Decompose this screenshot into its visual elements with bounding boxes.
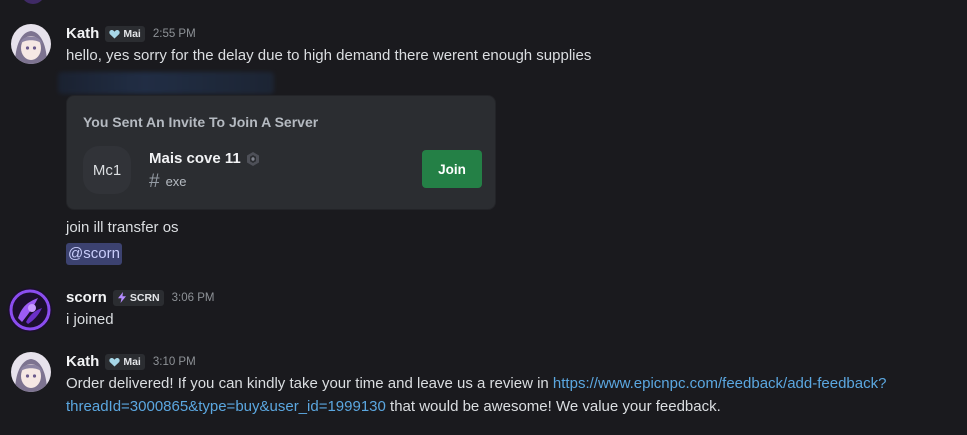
invite-heading: You Sent An Invite To Join A Server bbox=[83, 114, 319, 130]
feedback-link-part-2[interactable]: threadId=3000865&type=buy&user_id=199913… bbox=[66, 398, 386, 415]
message-header: scorn SCRN 3:06 PM bbox=[66, 289, 214, 306]
guild-tag[interactable]: Mai bbox=[105, 25, 145, 42]
message-text: Order delivered! If you can kindly take … bbox=[66, 375, 553, 392]
join-button[interactable]: Join bbox=[422, 150, 482, 188]
guild-tag-label: SCRN bbox=[129, 291, 160, 304]
server-name[interactable]: Mais cove 11 bbox=[149, 150, 241, 167]
timestamp[interactable]: 2:55 PM bbox=[153, 28, 196, 40]
avatar-scorn[interactable] bbox=[8, 288, 52, 332]
hash-icon: # bbox=[149, 171, 160, 192]
message-text-line-1: Order delivered! If you can kindly take … bbox=[66, 373, 886, 395]
heart-shield-icon bbox=[109, 357, 120, 366]
avatar-kath[interactable] bbox=[11, 352, 51, 392]
guild-tag-label: Mai bbox=[123, 355, 141, 368]
timestamp[interactable]: 3:10 PM bbox=[153, 356, 196, 368]
server-invite-card: You Sent An Invite To Join A Server Mc1 … bbox=[66, 95, 496, 210]
message-text: join ill transfer os bbox=[66, 219, 179, 236]
message-text: hello, yes sorry for the delay due to hi… bbox=[66, 47, 592, 64]
heart-shield-icon bbox=[109, 29, 120, 38]
blurred-content bbox=[58, 72, 274, 94]
guild-tag-label: Mai bbox=[123, 27, 141, 40]
server-name-row: Mais cove 11 bbox=[149, 150, 261, 167]
message-text: that would be awesome! We value your fee… bbox=[385, 398, 721, 415]
avatar-kath[interactable] bbox=[11, 24, 51, 64]
username[interactable]: scorn bbox=[66, 289, 107, 306]
user-mention[interactable]: @scorn bbox=[66, 243, 122, 265]
username[interactable]: Kath bbox=[66, 353, 99, 370]
message-text: i joined bbox=[66, 311, 114, 328]
guild-tag[interactable]: Mai bbox=[105, 353, 145, 370]
message-header: Kath Mai 3:10 PM bbox=[66, 353, 196, 370]
bolt-icon bbox=[117, 292, 126, 303]
feedback-link-part-1[interactable]: https://www.epicnpc.com/feedback/add-fee… bbox=[553, 375, 887, 392]
channel-row: # exe bbox=[149, 172, 187, 191]
server-icon[interactable]: Mc1 bbox=[83, 146, 131, 194]
previous-avatar-edge bbox=[21, 0, 45, 4]
guild-tag[interactable]: SCRN bbox=[112, 289, 164, 306]
boost-icon bbox=[246, 151, 259, 166]
message-header: Kath Mai 2:55 PM bbox=[66, 25, 196, 42]
channel-name: exe bbox=[165, 174, 187, 189]
message-text-line-2: threadId=3000865&type=buy&user_id=199913… bbox=[66, 396, 721, 418]
username[interactable]: Kath bbox=[66, 25, 99, 42]
timestamp[interactable]: 3:06 PM bbox=[172, 292, 215, 304]
